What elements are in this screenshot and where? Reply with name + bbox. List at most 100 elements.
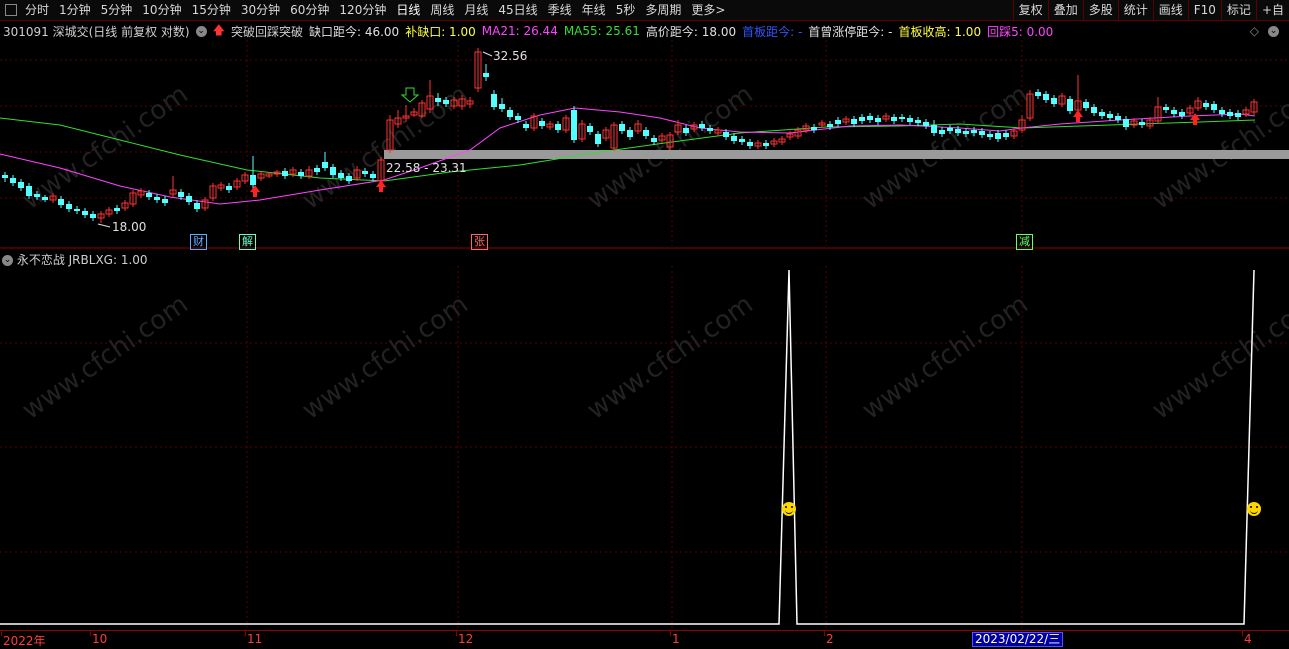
candle-body <box>443 100 449 104</box>
candle-body <box>955 129 961 133</box>
event-flag[interactable]: 减 <box>1016 234 1033 250</box>
candle-body <box>515 116 521 120</box>
candle-body <box>1107 114 1113 118</box>
candle-body <box>82 211 88 215</box>
candle-body <box>282 171 288 176</box>
period-tab[interactable]: 季线 <box>543 0 577 21</box>
period-tab[interactable]: 多周期 <box>640 0 686 21</box>
period-tab[interactable]: 1分钟 <box>54 0 96 21</box>
period-tab[interactable]: 周线 <box>425 0 459 21</box>
watermark: www.cfchi.com <box>857 289 1034 425</box>
candle-body <box>162 199 168 203</box>
toolbar-button[interactable]: F10 <box>1187 0 1221 21</box>
candle-body <box>571 110 577 140</box>
event-flag[interactable]: 解 <box>239 234 256 250</box>
candle-body <box>186 196 192 202</box>
toolbar-menu-icon[interactable] <box>5 4 17 16</box>
date-tick <box>1242 631 1243 636</box>
period-tab[interactable]: 分时 <box>20 0 54 21</box>
signal-arrow-icon: 🡅 <box>212 22 225 37</box>
stock-title[interactable]: 301091 深城交(日线 前复权 对数) <box>3 23 190 40</box>
candle-body <box>330 167 336 175</box>
leader-line <box>482 51 493 57</box>
event-flag[interactable]: 张 <box>471 234 488 250</box>
date-label: 2 <box>826 632 834 646</box>
candle-body <box>627 130 633 137</box>
date-label: 12 <box>458 632 474 646</box>
toolbar-button[interactable]: 复权 <box>1012 0 1048 21</box>
indicator-name[interactable]: 突破回踩突破 <box>231 23 303 40</box>
gap-distance: 缺口距今: 46.00 <box>308 24 400 39</box>
period-tab[interactable]: 5秒 <box>611 0 641 21</box>
period-tab[interactable]: 120分钟 <box>334 0 391 21</box>
high-price-label: 32.56 <box>493 49 527 63</box>
watermark: www.cfchi.com <box>17 289 194 425</box>
up-arrow-icon <box>1190 113 1200 125</box>
period-toolbar: 分时 1分钟 5分钟 10分钟 15分钟 30分钟 60分钟 120分钟 日线 周线 月线 45日线季… <box>0 0 1289 21</box>
date-tick <box>245 631 246 636</box>
candle-body <box>1043 94 1049 100</box>
date-label: 2022年 <box>3 634 46 648</box>
period-tab[interactable]: 15分钟 <box>187 0 236 21</box>
period-tab[interactable]: 年线 <box>577 0 611 21</box>
candle-body <box>1003 133 1009 137</box>
candle-body <box>971 130 977 133</box>
period-tab[interactable]: 5分钟 <box>96 0 138 21</box>
candle-body <box>811 127 817 130</box>
watermark: www.cfchi.com <box>297 79 474 215</box>
candle-body <box>731 136 737 141</box>
settings-circle-icon[interactable]: ⌄ <box>1268 25 1279 37</box>
expand-indicator-icon[interactable]: ⌄ <box>195 25 207 37</box>
candle-body <box>851 119 857 124</box>
period-tab[interactable]: 10分钟 <box>137 0 186 21</box>
candle-body <box>1067 99 1073 111</box>
period-tab[interactable]: 日线 <box>391 0 425 21</box>
toolbar-button[interactable]: 标记 <box>1220 0 1256 21</box>
candle-body <box>1099 112 1105 116</box>
candle-body <box>939 130 945 134</box>
date-tick <box>90 631 91 636</box>
candle-body <box>346 176 352 181</box>
period-tab[interactable]: 45日线 <box>493 0 542 21</box>
pullback5: 回踩5: 0.00 <box>987 24 1054 39</box>
ma55-value: MA55: 25.61 <box>563 24 640 38</box>
candle-body <box>963 131 969 134</box>
candle-body <box>483 73 489 77</box>
event-flag[interactable]: 财 <box>190 234 207 250</box>
toolbar-button[interactable]: 多股 <box>1082 0 1118 21</box>
candle-body <box>499 104 505 109</box>
toolbar-button[interactable]: 画线 <box>1152 0 1188 21</box>
candle-body <box>226 186 232 190</box>
period-tab[interactable]: 60分钟 <box>285 0 334 21</box>
candle-body <box>555 124 561 130</box>
candle-body <box>867 116 873 120</box>
candle-body <box>1211 104 1217 110</box>
candle-body <box>26 186 32 196</box>
toolbar-button[interactable]: 统计 <box>1117 0 1153 21</box>
expand-sub-indicator-icon[interactable]: ⌄ <box>2 255 13 266</box>
first-board-close-high: 首板收高: 1.00 <box>898 24 982 39</box>
date-label: 10 <box>92 632 108 646</box>
sub-indicator-title[interactable]: 永不恋战 JRBLXG: 1.00 <box>17 253 148 267</box>
candle-body <box>979 131 985 135</box>
candle-body <box>1163 107 1169 110</box>
candle-body <box>146 193 152 197</box>
toolbar-button[interactable]: +自 <box>1255 0 1289 21</box>
candle-body <box>370 174 376 178</box>
candle-body <box>875 118 881 122</box>
candle-body <box>643 130 649 136</box>
date-tick <box>670 631 671 636</box>
chart-canvas[interactable]: www.cfchi.com www.cfchi.com www.cfchi.com w… <box>0 0 1289 647</box>
candle-body <box>114 208 120 211</box>
watermark: www.cfchi.com <box>297 289 474 425</box>
candle-body <box>34 194 40 197</box>
toolbar-button[interactable]: 叠加 <box>1047 0 1083 21</box>
candle-body <box>42 197 48 200</box>
indicator-title-bar: ⌄ 永不恋战 JRBLXG: 1.00 <box>2 251 148 267</box>
candle-body <box>338 173 344 178</box>
period-tab[interactable]: 更多> <box>686 0 730 21</box>
candle-body <box>827 124 833 127</box>
period-tab[interactable]: 30分钟 <box>236 0 285 21</box>
period-tab[interactable]: 月线 <box>459 0 493 21</box>
diamond-icon[interactable]: ◇ <box>1250 24 1259 38</box>
